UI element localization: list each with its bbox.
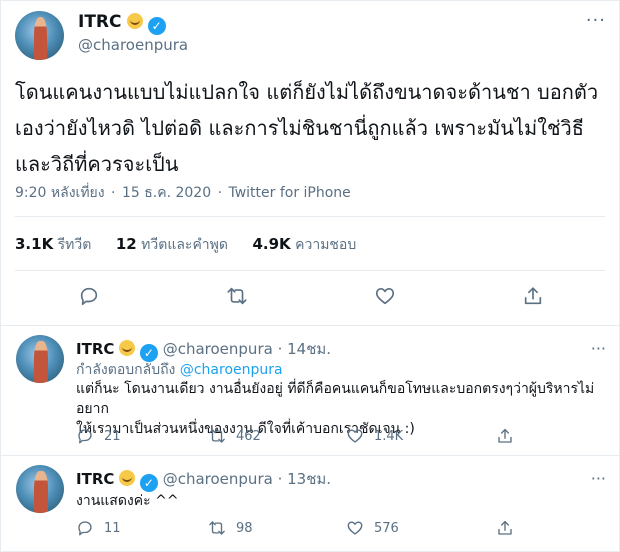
author-name[interactable]: ITRC — [78, 12, 122, 32]
quotes-label: ทวีตและคำพูด — [141, 237, 228, 253]
reply-icon[interactable] — [75, 282, 103, 310]
reply-actions: 11 98 576 — [76, 519, 596, 543]
share-icon[interactable] — [519, 282, 547, 310]
likes-label: ความชอบ — [295, 237, 357, 253]
tweet-time[interactable]: 9:20 หลังเที่ยง — [15, 185, 105, 201]
reply-icon[interactable] — [76, 519, 94, 537]
retweet-action[interactable]: 462 — [208, 427, 261, 445]
reply-time[interactable]: · 13ชม. — [278, 470, 331, 488]
tweet-source[interactable]: Twitter for iPhone — [228, 185, 350, 201]
replying-to: กำลังตอบกลับถึง @charoenpura — [76, 359, 283, 381]
tweet-meta: 9:20 หลังเที่ยง · 15 ธ.ค. 2020 · Twitter… — [15, 182, 353, 204]
author-handle[interactable]: @charoenpura — [163, 470, 273, 488]
share-action[interactable] — [496, 519, 514, 537]
reply-text-line: แต่ก็นะ โดนงานเดียว งานอื่นยังอยู่ ที่ดี… — [76, 381, 595, 417]
author-handle[interactable]: @charoenpura — [78, 36, 188, 54]
reply-time[interactable]: · 14ชม. — [278, 340, 331, 358]
tweet-text-line: เองว่ายังไหวดิ ไปต่อดิ และการไม่ชินชานี่… — [15, 116, 584, 140]
smirking-cat-emoji-icon — [126, 13, 143, 29]
share-icon[interactable] — [496, 519, 514, 537]
reply-count: 11 — [104, 520, 121, 536]
tweet-text-line: โดนแคนงานแบบไม่แปลกใจ แต่ก็ยังไม่ได้ถึงข… — [15, 80, 599, 104]
author-handle[interactable]: @charoenpura — [163, 340, 273, 358]
retweets-count: 3.1K — [15, 235, 54, 253]
reply-actions: 21 462 1.4K — [76, 427, 596, 451]
reply-count: 21 — [104, 428, 121, 444]
reply-tweet[interactable]: ITRC ✓ @charoenpura · 13ชม. ··· งานแสดงค… — [0, 455, 620, 552]
tweet-actions — [0, 282, 620, 314]
author-header: ITRC ✓ — [78, 12, 166, 35]
retweets-stat[interactable]: 3.1K รีทวีต — [15, 235, 96, 253]
meta-separator: · — [111, 185, 116, 201]
avatar[interactable] — [16, 465, 64, 513]
retweet-count: 462 — [236, 428, 261, 444]
retweets-label: รีทวีต — [57, 237, 92, 253]
like-count: 576 — [374, 520, 399, 536]
retweet-count: 98 — [236, 520, 253, 536]
share-action[interactable] — [496, 427, 514, 445]
meta-separator: · — [217, 185, 223, 201]
reply-icon[interactable] — [76, 427, 94, 445]
reply-header: ITRC ✓ @charoenpura · 13ชม. — [76, 467, 331, 492]
more-options-icon[interactable]: ··· — [591, 469, 606, 488]
heart-icon[interactable] — [346, 427, 364, 445]
more-options-icon[interactable]: ··· — [586, 10, 606, 31]
reply-action[interactable]: 11 — [76, 519, 121, 537]
reply-text: งานแสดงค่ะ ^^ — [76, 491, 596, 511]
reply-text-line: งานแสดงค่ะ ^^ — [76, 493, 179, 509]
likes-stat[interactable]: 4.9K ความชอบ — [252, 235, 357, 253]
divider — [15, 216, 605, 217]
author-name[interactable]: ITRC — [76, 340, 114, 358]
avatar[interactable] — [15, 11, 64, 60]
heart-icon[interactable] — [371, 282, 399, 310]
like-count: 1.4K — [374, 428, 404, 444]
tweet-text-line: และวิถีที่ควรจะเป็น — [15, 152, 179, 176]
tweet-text: โดนแคนงานแบบไม่แปลกใจ แต่ก็ยังไม่ได้ถึงข… — [15, 74, 610, 182]
more-options-icon[interactable]: ··· — [591, 339, 606, 358]
smirking-cat-emoji-icon — [119, 470, 136, 486]
retweet-icon[interactable] — [223, 282, 251, 310]
reply-action[interactable]: 21 — [76, 427, 121, 445]
verified-badge-icon: ✓ — [147, 17, 166, 35]
verified-badge-icon: ✓ — [139, 474, 158, 492]
like-action[interactable]: 576 — [346, 519, 399, 537]
retweet-icon[interactable] — [208, 519, 226, 537]
tweet-stats: 3.1K รีทวีต 12 ทวีตและคำพูด 4.9K ความชอบ — [15, 234, 376, 256]
likes-count: 4.9K — [252, 235, 291, 253]
replying-to-prefix: กำลังตอบกลับถึง — [76, 362, 176, 378]
quotes-stat[interactable]: 12 ทวีตและคำพูด — [115, 235, 233, 253]
reply-tweet[interactable]: ITRC ✓ @charoenpura · 14ชม. ··· กำลังตอบ… — [0, 325, 620, 455]
share-icon[interactable] — [496, 427, 514, 445]
quotes-count: 12 — [115, 235, 137, 253]
author-name[interactable]: ITRC — [76, 470, 114, 488]
heart-icon[interactable] — [346, 519, 364, 537]
retweet-icon[interactable] — [208, 427, 226, 445]
tweet-date[interactable]: 15 ธ.ค. 2020 — [122, 185, 211, 201]
divider — [15, 270, 605, 271]
like-action[interactable]: 1.4K — [346, 427, 403, 445]
replying-to-handle[interactable]: @charoenpura — [180, 362, 283, 378]
retweet-action[interactable]: 98 — [208, 519, 253, 537]
avatar[interactable] — [16, 335, 64, 383]
smirking-cat-emoji-icon — [119, 340, 136, 356]
